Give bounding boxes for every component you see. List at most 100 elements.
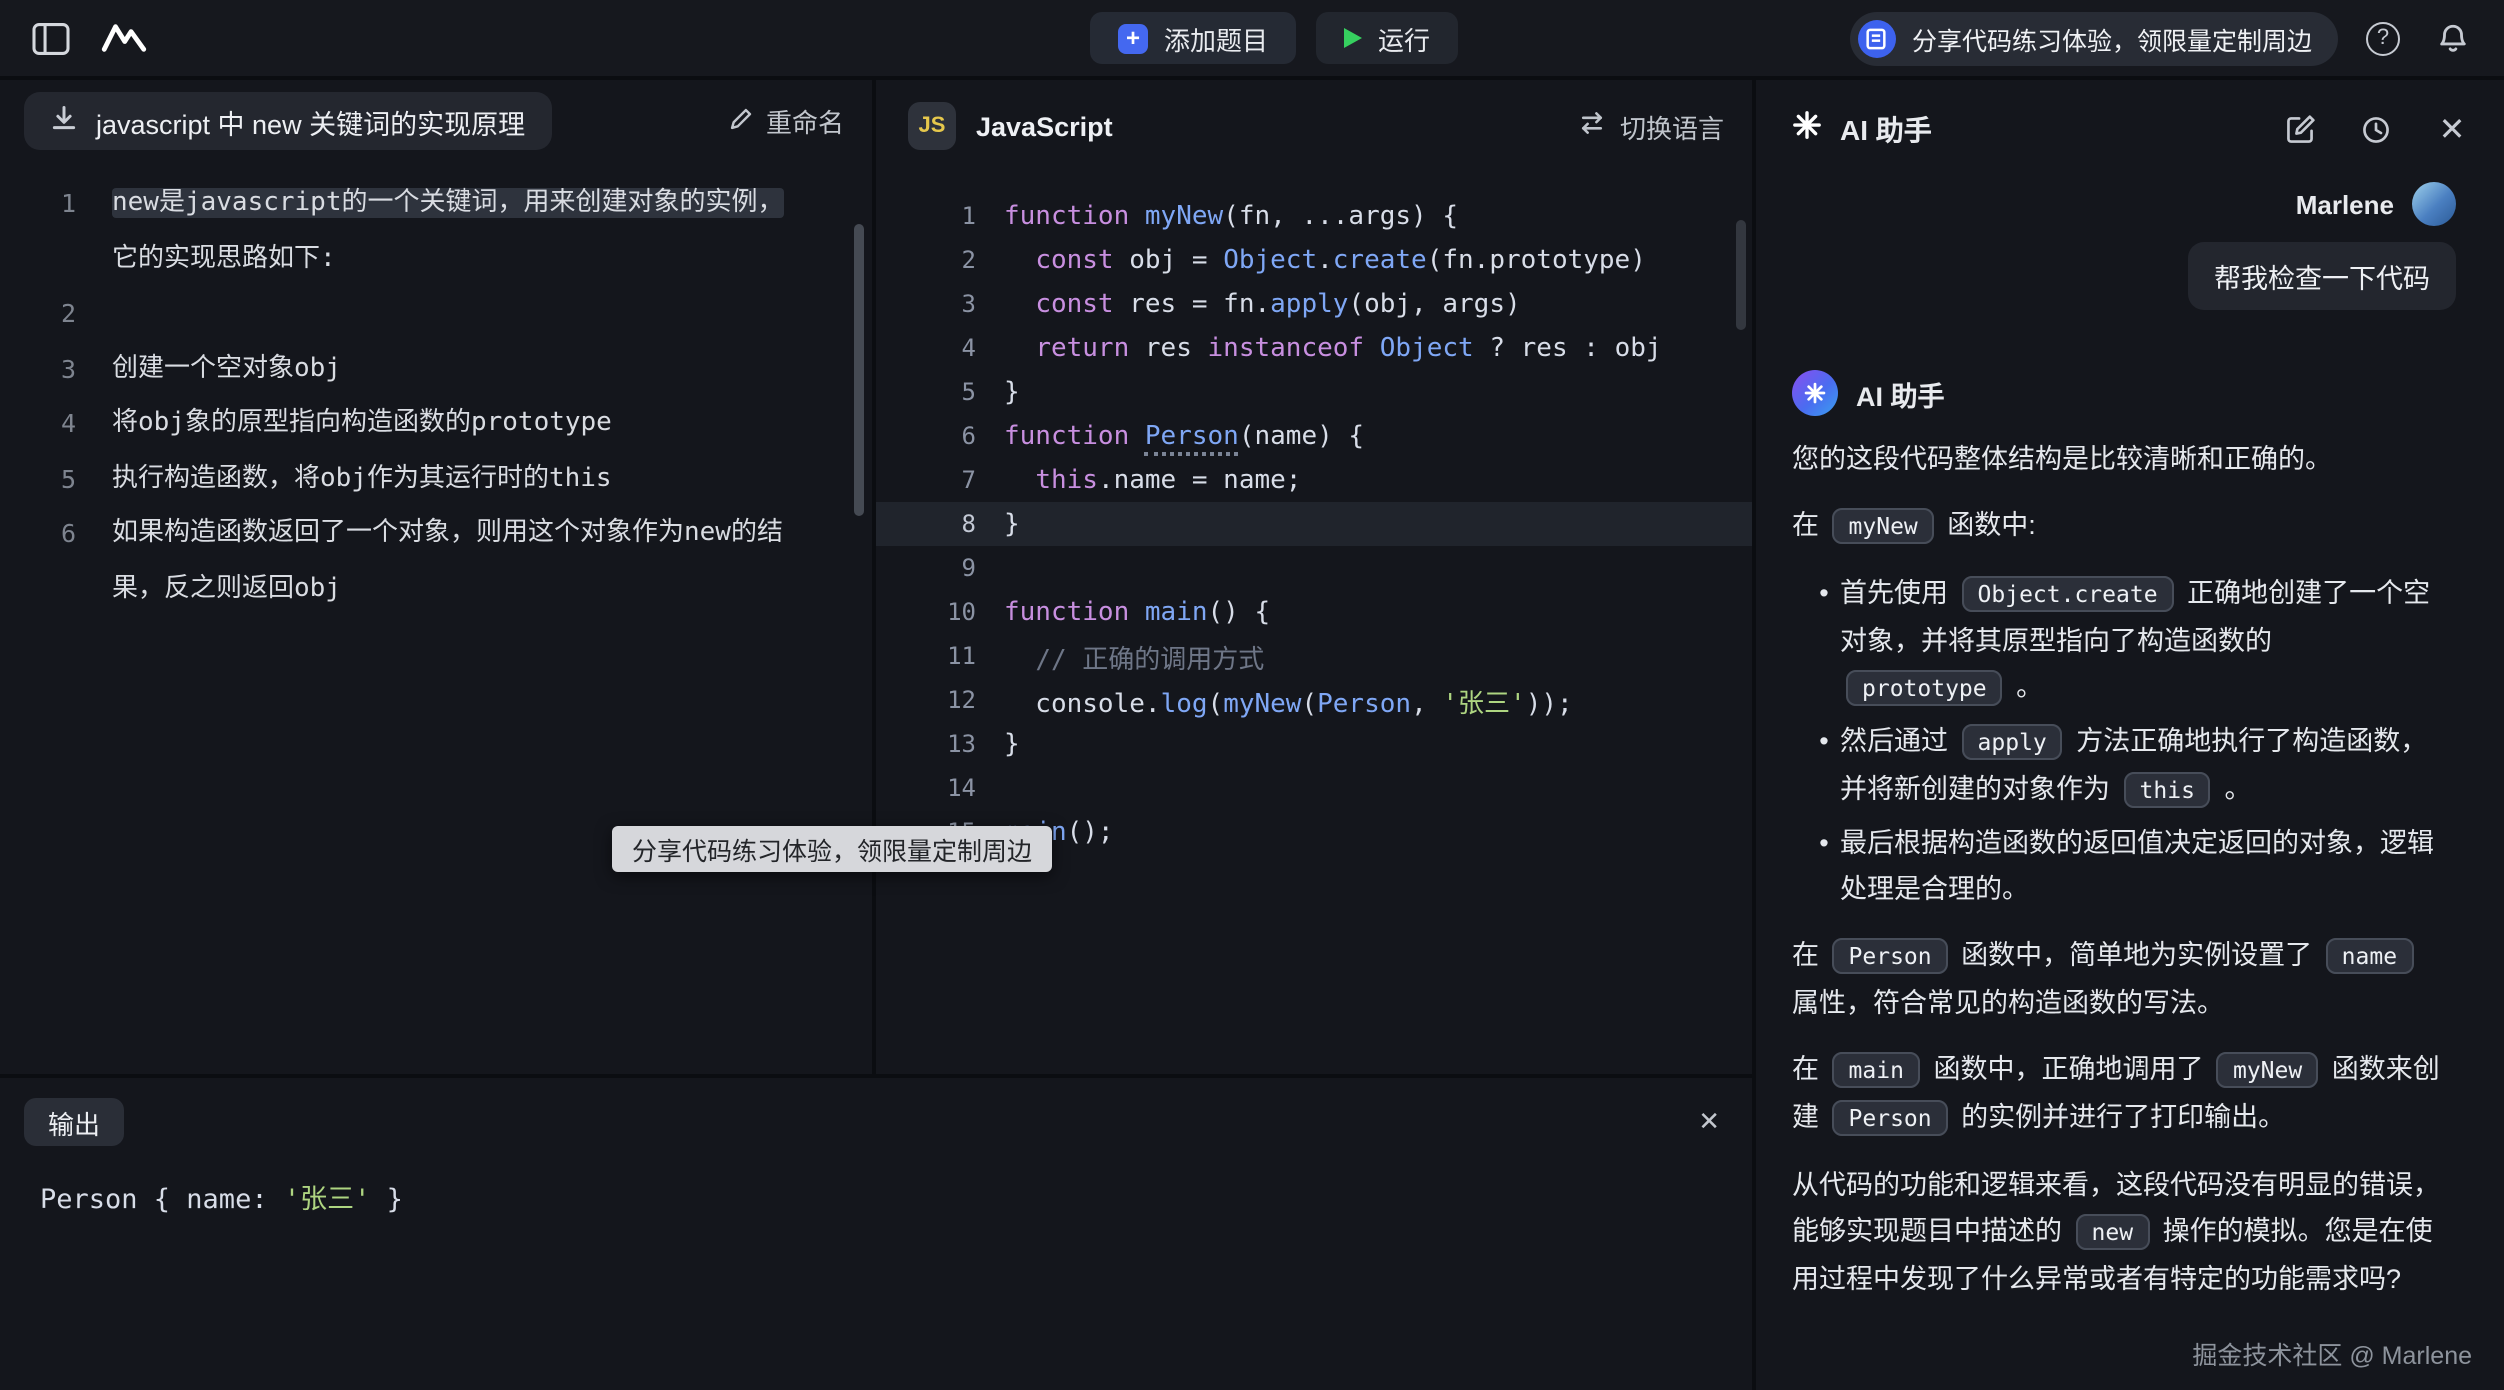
code-line-number: 4 — [876, 334, 1004, 362]
output-header: 输出 ✕ — [24, 1098, 1752, 1146]
code-line-number: 13 — [876, 730, 1004, 758]
assistant-paragraph: 在 myNew 函数中: — [1792, 502, 2444, 550]
help-icon[interactable]: ? — [2366, 21, 2400, 55]
inline-code-chip: myNew — [1833, 508, 1934, 544]
code-line[interactable]: 9 — [876, 546, 1752, 590]
problem-line-number: 3 — [0, 341, 112, 396]
code-line-number: 10 — [876, 598, 1004, 626]
problem-line[interactable]: 6如果构造函数返回了一个对象，则用这个对象作为new的结果，反之则返回obj — [0, 506, 872, 616]
problem-line[interactable]: 1new是javascript的一个关键词，用来创建对象的实例， — [0, 176, 872, 231]
problem-lines[interactable]: 1new是javascript的一个关键词，用来创建对象的实例，它的实现思路如下… — [0, 176, 872, 616]
user-avatar[interactable] — [2412, 182, 2456, 226]
problem-line-text: new是javascript的一个关键词，用来创建对象的实例， — [112, 176, 872, 231]
campaign-icon — [1858, 19, 1896, 57]
editor-header: JS JavaScript 切换语言 — [908, 100, 1724, 152]
share-campaign-badge[interactable]: 分享代码练习体验，领限量定制周边 — [1850, 11, 2338, 65]
new-chat-icon[interactable] — [2276, 106, 2324, 154]
app-logo[interactable] — [100, 14, 148, 62]
output-panel: 输出 ✕ Person { name: '张三' } — [0, 1078, 1752, 1390]
code-line[interactable]: 12 console.log(myNew(Person, '张三')); — [876, 678, 1752, 722]
pencil-icon — [728, 105, 754, 137]
editor-scrollbar[interactable] — [1736, 220, 1746, 330]
inline-code-chip: apply — [1962, 724, 2063, 760]
code-line[interactable]: 10function main() { — [876, 590, 1752, 634]
code-line-text: function myNew(fn, ...args) { — [1004, 201, 1458, 231]
problem-line-text: 创建一个空对象obj — [112, 341, 872, 396]
code-line-number: 5 — [876, 378, 1004, 406]
code-line-text: function main() { — [1004, 597, 1270, 627]
problem-header: javascript 中 new 关键词的实现原理 重命名 — [24, 92, 872, 150]
community-watermark: 掘金技术社区 @ Marlene — [2192, 1334, 2472, 1372]
code-line[interactable]: 6function Person(name) { — [876, 414, 1752, 458]
code-line-number: 8 — [876, 510, 1004, 538]
problem-title: javascript 中 new 关键词的实现原理 — [96, 101, 525, 141]
problem-panel: javascript 中 new 关键词的实现原理 重命名 1new是javas… — [0, 80, 872, 1074]
code-line-number: 11 — [876, 642, 1004, 670]
topbar: + 添加题目 运行 分享代码练习体验，领限量定制周边 ? — [0, 0, 2504, 76]
assistant-bullet: •最后根据构造函数的返回值决定返回的对象，逻辑处理是合理的。 — [1808, 820, 2444, 912]
output-tab[interactable]: 输出 — [24, 1098, 124, 1146]
code-line[interactable]: 14 — [876, 766, 1752, 810]
output-close-icon[interactable]: ✕ — [1698, 1106, 1720, 1138]
assistant-messages: 您的这段代码整体结构是比较清晰和正确的。在 myNew 函数中:•首先使用 Ob… — [1792, 436, 2444, 1302]
rename-button[interactable]: 重命名 — [728, 102, 844, 140]
code-line-text: function Person(name) { — [1004, 421, 1364, 451]
sidebar-toggle-icon[interactable] — [26, 14, 74, 62]
topbar-left — [0, 14, 148, 62]
run-label: 运行 — [1378, 19, 1430, 57]
ai-name: AI 助手 — [1856, 373, 1945, 413]
problem-line[interactable]: 3创建一个空对象obj — [0, 341, 872, 396]
problem-title-box[interactable]: javascript 中 new 关键词的实现原理 — [24, 92, 551, 150]
inline-code-chip: new — [2076, 1214, 2150, 1250]
code-line-text: const obj = Object.create(fn.prototype) — [1004, 245, 1646, 275]
swap-arrows-icon — [1578, 110, 1606, 142]
code-line[interactable]: 13} — [876, 722, 1752, 766]
switch-language-label: 切换语言 — [1620, 107, 1724, 145]
code-line-number: 14 — [876, 774, 1004, 802]
add-question-label: 添加题目 — [1164, 19, 1268, 57]
plus-icon: + — [1118, 23, 1148, 53]
code-line[interactable]: 1function myNew(fn, ...args) { — [876, 194, 1752, 238]
problem-line[interactable]: 5执行构造函数，将obj作为其运行时的this — [0, 451, 872, 506]
code-line[interactable]: 2 const obj = Object.create(fn.prototype… — [876, 238, 1752, 282]
assistant-bullet: •首先使用 Object.create 正确地创建了一个空对象，并将其原型指向了… — [1808, 570, 2444, 712]
user-message-row: 帮我检查一下代码 — [1756, 242, 2456, 310]
app: + 添加题目 运行 分享代码练习体验，领限量定制周边 ? — [0, 0, 2504, 1390]
problem-line[interactable]: 它的实现思路如下: — [0, 231, 872, 286]
code-line-text: const res = fn.apply(obj, args) — [1004, 289, 1521, 319]
code-line-number: 2 — [876, 246, 1004, 274]
inline-code-chip: Object.create — [1962, 576, 2174, 612]
ai-panel-close-icon[interactable]: ✕ — [2428, 106, 2476, 154]
rename-label: 重命名 — [766, 102, 844, 140]
inline-code-chip: myNew — [2217, 1052, 2318, 1088]
problem-line-number — [0, 231, 112, 286]
add-question-button[interactable]: + 添加题目 — [1090, 12, 1296, 64]
notifications-bell-icon[interactable] — [2428, 14, 2476, 62]
play-icon — [1344, 28, 1362, 48]
code-line-text: } — [1004, 509, 1020, 539]
code-line[interactable]: 11 // 正确的调用方式 — [876, 634, 1752, 678]
switch-language-button[interactable]: 切换语言 — [1578, 107, 1724, 145]
code-line[interactable]: 7 this.name = name; — [876, 458, 1752, 502]
code-line[interactable]: 5} — [876, 370, 1752, 414]
code-lines[interactable]: 1function myNew(fn, ...args) {2 const ob… — [876, 194, 1752, 854]
inline-code-chip: Person — [1833, 938, 1948, 974]
assistant-paragraph: 在 Person 函数中，简单地为实例设置了 name 属性，符合常见的构造函数… — [1792, 932, 2444, 1026]
sparkle-icon — [1792, 110, 1822, 150]
editor-language-label: JavaScript — [976, 111, 1113, 141]
user-name: Marlene — [2296, 189, 2394, 219]
code-line-text: return res instanceof Object ? res : obj — [1004, 333, 1662, 363]
problem-line-text: 它的实现思路如下: — [112, 231, 872, 286]
problem-line[interactable]: 4将obj象的原型指向构造函数的prototype — [0, 396, 872, 451]
code-line[interactable]: 3 const res = fn.apply(obj, args) — [876, 282, 1752, 326]
run-button[interactable]: 运行 — [1316, 12, 1458, 64]
code-line-text: console.log(myNew(Person, '张三')); — [1004, 681, 1573, 719]
ai-avatar — [1792, 370, 1838, 416]
problem-line[interactable]: 2 — [0, 286, 872, 341]
history-icon[interactable] — [2352, 106, 2400, 154]
code-line-text: } — [1004, 377, 1020, 407]
problem-scrollbar[interactable] — [854, 224, 864, 516]
code-line[interactable]: 4 return res instanceof Object ? res : o… — [876, 326, 1752, 370]
share-tooltip: 分享代码练习体验，领限量定制周边 — [612, 826, 1052, 872]
code-line[interactable]: 8} — [876, 502, 1752, 546]
